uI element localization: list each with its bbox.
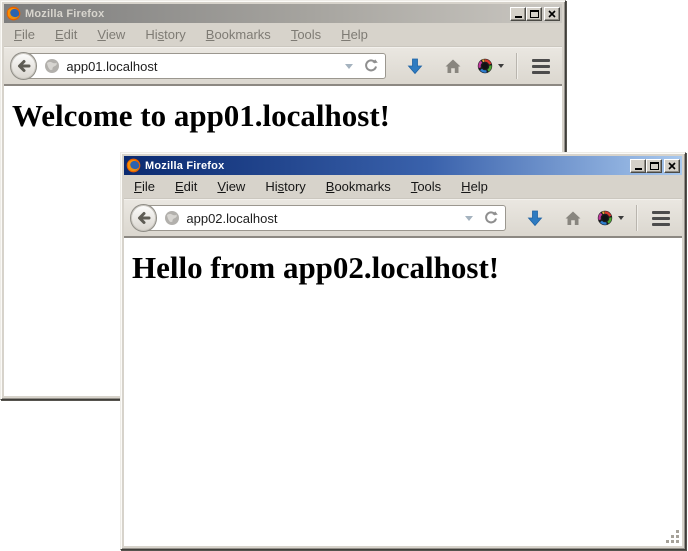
menu-history[interactable]: History bbox=[257, 177, 313, 196]
menu-bookmarks[interactable]: Bookmarks bbox=[198, 25, 279, 44]
site-globe-icon bbox=[44, 58, 60, 74]
hamburger-menu-button[interactable] bbox=[530, 55, 552, 78]
menu-tools[interactable]: Tools bbox=[403, 177, 449, 196]
download-arrow-icon bbox=[527, 209, 543, 227]
reload-icon[interactable] bbox=[483, 210, 499, 226]
menu-tools[interactable]: Tools bbox=[283, 25, 329, 44]
minimize-button[interactable] bbox=[630, 159, 646, 173]
home-icon bbox=[445, 59, 461, 74]
addon-dropdown-icon bbox=[498, 64, 504, 68]
menubar: File Edit View History Bookmarks Tools H… bbox=[4, 23, 562, 47]
minimize-icon bbox=[635, 168, 642, 170]
addon-colorwheel-icon bbox=[477, 58, 493, 74]
back-arrow-icon bbox=[15, 57, 33, 75]
hamburger-menu-button[interactable] bbox=[650, 207, 672, 230]
page-content-app02: Hello from app02.localhost! bbox=[124, 236, 682, 546]
resize-grip-dots bbox=[676, 540, 679, 543]
menu-file[interactable]: File bbox=[6, 25, 43, 44]
navigation-toolbar: app02.localhost bbox=[124, 199, 682, 236]
download-button[interactable] bbox=[407, 57, 423, 75]
download-button[interactable] bbox=[527, 209, 543, 227]
home-button[interactable] bbox=[565, 211, 581, 226]
maximize-button[interactable] bbox=[526, 7, 542, 21]
firefox-window-app02: Mozilla Firefox File Edit View History B… bbox=[120, 152, 686, 550]
titlebar[interactable]: Mozilla Firefox bbox=[124, 156, 682, 175]
desktop: Mozilla Firefox File Edit View History B… bbox=[0, 0, 688, 551]
maximize-button[interactable] bbox=[646, 159, 662, 173]
addon-colorwheel-icon bbox=[597, 210, 613, 226]
menubar: File Edit View History Bookmarks Tools H… bbox=[124, 175, 682, 199]
minimize-button[interactable] bbox=[510, 7, 526, 21]
url-text[interactable]: app01.localhost bbox=[66, 59, 341, 74]
home-icon bbox=[565, 211, 581, 226]
url-bar[interactable]: app02.localhost bbox=[143, 205, 506, 231]
hamburger-menu-icon bbox=[532, 59, 550, 62]
page-heading: Hello from app02.localhost! bbox=[132, 250, 674, 286]
menu-file[interactable]: File bbox=[126, 177, 163, 196]
reload-icon[interactable] bbox=[363, 58, 379, 74]
navigation-toolbar: app01.localhost bbox=[4, 47, 562, 84]
resize-grip[interactable] bbox=[664, 528, 680, 544]
download-arrow-icon bbox=[407, 57, 423, 75]
addon-button[interactable] bbox=[597, 210, 624, 226]
urlbar-dropdown-icon[interactable] bbox=[465, 216, 473, 221]
menu-history[interactable]: History bbox=[137, 25, 193, 44]
site-globe-icon bbox=[164, 210, 180, 226]
toolbar-separator bbox=[636, 205, 637, 231]
firefox-logo-icon bbox=[6, 6, 21, 21]
firefox-logo-icon bbox=[126, 158, 141, 173]
addon-dropdown-icon bbox=[618, 216, 624, 220]
maximize-icon bbox=[530, 10, 539, 18]
page-heading: Welcome to app01.localhost! bbox=[12, 98, 554, 134]
urlbar-dropdown-icon[interactable] bbox=[345, 64, 353, 69]
maximize-icon bbox=[650, 162, 659, 170]
url-text[interactable]: app02.localhost bbox=[186, 211, 461, 226]
menu-edit[interactable]: Edit bbox=[167, 177, 205, 196]
hamburger-menu-icon bbox=[652, 211, 670, 214]
minimize-icon bbox=[515, 16, 522, 18]
close-icon bbox=[668, 162, 676, 170]
menu-help[interactable]: Help bbox=[333, 25, 376, 44]
close-button[interactable] bbox=[664, 159, 680, 173]
back-arrow-icon bbox=[135, 209, 153, 227]
url-bar[interactable]: app01.localhost bbox=[23, 53, 386, 79]
menu-edit[interactable]: Edit bbox=[47, 25, 85, 44]
close-icon bbox=[548, 10, 556, 18]
window-title: Mozilla Firefox bbox=[25, 8, 104, 20]
home-button[interactable] bbox=[445, 59, 461, 74]
menu-view[interactable]: View bbox=[89, 25, 133, 44]
menu-view[interactable]: View bbox=[209, 177, 253, 196]
window-title: Mozilla Firefox bbox=[145, 160, 224, 172]
titlebar[interactable]: Mozilla Firefox bbox=[4, 4, 562, 23]
menu-help[interactable]: Help bbox=[453, 177, 496, 196]
close-button[interactable] bbox=[544, 7, 560, 21]
menu-bookmarks[interactable]: Bookmarks bbox=[318, 177, 399, 196]
addon-button[interactable] bbox=[477, 58, 504, 74]
toolbar-separator bbox=[516, 53, 517, 79]
